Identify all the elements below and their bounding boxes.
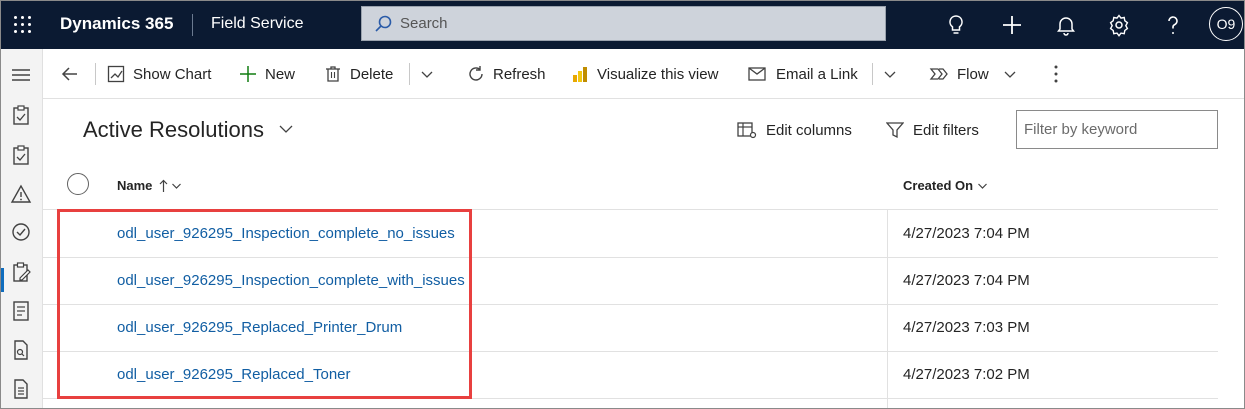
warning-icon[interactable] — [10, 183, 32, 205]
menu-icon[interactable] — [10, 64, 32, 86]
flow-icon — [929, 68, 948, 80]
new-label: New — [265, 65, 296, 83]
clipboard-edit-icon[interactable] — [10, 261, 32, 283]
divider — [95, 63, 96, 85]
table-row[interactable]: odl_user_926295_Replaced_Toner 4/27/2023… — [43, 351, 1218, 399]
flow-button[interactable]: Flow — [929, 63, 989, 85]
edit-columns-label: Edit columns — [766, 121, 852, 139]
search-box[interactable]: Search — [361, 6, 886, 41]
grid-header — [43, 164, 1218, 210]
app-name[interactable]: Field Service — [211, 15, 303, 33]
name-column-label: Name — [117, 178, 153, 193]
new-button[interactable]: New — [239, 63, 295, 85]
record-name-link[interactable]: odl_user_926295_Inspection_complete_no_i… — [117, 225, 455, 242]
table-row[interactable]: odl_user_926295_Replaced_Printer_Drum 4/… — [43, 304, 1218, 352]
edit-filters-label: Edit filters — [913, 121, 979, 139]
left-rail — [1, 49, 43, 408]
record-name-link[interactable]: odl_user_926295_Replaced_Printer_Drum — [117, 319, 402, 336]
created-on-cell: 4/27/2023 7:02 PM — [903, 366, 1030, 383]
email-link-button[interactable]: Email a Link — [748, 63, 858, 85]
checklist-icon[interactable] — [10, 300, 32, 322]
visualize-label: Visualize this view — [597, 65, 719, 83]
filter-icon — [886, 122, 904, 139]
document-icon[interactable] — [10, 378, 32, 400]
chevron-down-icon[interactable] — [1003, 70, 1017, 80]
show-chart-button[interactable]: Show Chart — [107, 63, 211, 85]
gear-icon[interactable] — [1107, 13, 1131, 37]
back-arrow-icon[interactable] — [60, 64, 80, 84]
user-avatar[interactable]: O9 — [1209, 7, 1243, 41]
edit-filters-button[interactable]: Edit filters — [886, 121, 979, 139]
rail-active-indicator — [1, 268, 4, 292]
lightbulb-icon[interactable] — [944, 13, 968, 37]
top-bar: Dynamics 365 Field Service Search O9 — [1, 1, 1244, 49]
app-launcher-icon[interactable] — [11, 13, 35, 37]
created-on-cell: 4/27/2023 7:04 PM — [903, 272, 1030, 289]
email-link-label: Email a Link — [776, 65, 858, 83]
refresh-button[interactable]: Refresh — [467, 63, 546, 85]
check-circle-icon[interactable] — [10, 221, 32, 243]
view-title[interactable]: Active Resolutions — [83, 117, 264, 143]
created-on-cell: 4/27/2023 7:03 PM — [903, 319, 1030, 336]
clipboard-icon[interactable] — [10, 104, 32, 126]
help-icon[interactable] — [1161, 13, 1185, 37]
chevron-down-icon[interactable] — [883, 70, 897, 80]
record-name-link[interactable]: odl_user_926295_Replaced_Toner — [117, 366, 351, 383]
refresh-label: Refresh — [493, 65, 546, 83]
table-row[interactable]: odl_user_926295_Inspection_complete_no_i… — [43, 210, 1218, 258]
clipboard-icon[interactable] — [10, 144, 32, 166]
divider — [409, 63, 410, 85]
plus-icon[interactable] — [1000, 13, 1024, 37]
bell-icon[interactable] — [1054, 13, 1078, 37]
search-icon — [375, 15, 392, 32]
sort-ascending-icon — [159, 179, 168, 192]
chevron-down-icon[interactable] — [278, 123, 294, 135]
created-on-column-header[interactable]: Created On — [903, 178, 988, 193]
table-row[interactable]: odl_user_926295_Inspection_complete_with… — [43, 257, 1218, 305]
email-link-icon — [748, 67, 766, 81]
document-search-icon[interactable] — [10, 339, 32, 361]
flow-label: Flow — [957, 65, 989, 83]
edit-columns-button[interactable]: Edit columns — [737, 121, 852, 139]
filter-by-keyword-input[interactable] — [1016, 110, 1218, 149]
created-on-column-label: Created On — [903, 178, 974, 193]
more-icon[interactable] — [1052, 64, 1060, 84]
record-name-link[interactable]: odl_user_926295_Inspection_complete_with… — [117, 272, 465, 289]
chevron-down-icon — [172, 183, 182, 189]
refresh-icon — [469, 66, 483, 81]
app-window: Dynamics 365 Field Service Search O9 Sho… — [0, 0, 1245, 409]
chevron-down-icon — [978, 183, 988, 189]
edit-columns-icon — [737, 122, 757, 139]
visualize-button[interactable]: Visualize this view — [571, 63, 718, 85]
trash-icon — [326, 66, 340, 82]
show-chart-label: Show Chart — [133, 65, 212, 83]
divider — [192, 14, 193, 36]
delete-button[interactable]: Delete — [324, 63, 393, 85]
select-all-checkbox[interactable] — [67, 173, 89, 195]
chart-icon — [107, 65, 125, 83]
chevron-down-icon[interactable] — [420, 70, 434, 80]
brand-title[interactable]: Dynamics 365 — [60, 14, 173, 34]
power-bi-icon — [573, 67, 587, 82]
delete-label: Delete — [350, 65, 394, 83]
created-on-cell: 4/27/2023 7:04 PM — [903, 225, 1030, 242]
divider — [872, 63, 873, 85]
plus-icon — [240, 66, 256, 82]
search-placeholder: Search — [400, 15, 448, 32]
command-bar: Show Chart New Delete Refresh Visualize … — [43, 49, 1244, 99]
name-column-header[interactable]: Name — [117, 178, 182, 193]
